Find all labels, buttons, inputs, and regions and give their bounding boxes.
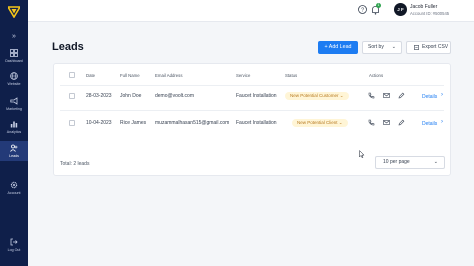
- select-all-checkbox[interactable]: [69, 72, 75, 78]
- chevron-right-icon[interactable]: ›: [441, 119, 443, 125]
- sidebar-item-logout[interactable]: Log Out: [0, 235, 28, 255]
- globe-icon: [10, 72, 18, 80]
- mail-icon[interactable]: [383, 92, 390, 99]
- column-header-date[interactable]: Date: [86, 73, 95, 78]
- notification-badge: 1: [376, 3, 381, 8]
- gear-icon: [10, 181, 18, 189]
- column-header-name[interactable]: Full Name: [120, 73, 140, 78]
- account-id: Account ID: #500545: [410, 11, 450, 16]
- status-dropdown[interactable]: New Potential Client ⌄: [292, 119, 348, 127]
- status-label: New Potential Customer: [290, 93, 339, 98]
- sidebar-item-analytics[interactable]: Analytics: [0, 117, 28, 137]
- details-link[interactable]: Details: [422, 121, 437, 127]
- per-page-select[interactable]: 10 per page ⌄: [375, 156, 445, 169]
- logout-icon: [10, 238, 18, 246]
- export-label: Export CSV: [422, 44, 449, 50]
- sort-label: Sort by: [368, 44, 384, 50]
- phone-icon[interactable]: [368, 92, 375, 99]
- lead-email: muzammalhasan515@gmail.com: [155, 120, 230, 126]
- chevron-right-icon[interactable]: ›: [441, 92, 443, 98]
- edit-icon[interactable]: [398, 92, 405, 99]
- sidebar-item-label: Marketing: [6, 107, 22, 111]
- export-csv-button[interactable]: Export CSV: [406, 41, 451, 54]
- column-header-status[interactable]: Status: [285, 73, 297, 78]
- avatar[interactable]: J F: [394, 3, 407, 16]
- row-checkbox[interactable]: [69, 120, 75, 126]
- grid-icon: [10, 49, 18, 57]
- topbar: ? 1 J F Jacob Fuller Account ID: #500545: [28, 0, 474, 22]
- column-header-email[interactable]: Email Address: [155, 73, 182, 78]
- svg-text:?: ?: [361, 7, 364, 13]
- chevron-down-icon: ⌄: [433, 159, 438, 165]
- column-header-service[interactable]: Service: [236, 73, 250, 78]
- lead-date: 10-04-2023: [86, 120, 112, 126]
- per-page-label: 10 per page: [383, 159, 410, 165]
- column-header-actions: Actions: [369, 73, 384, 78]
- users-icon: [10, 144, 18, 152]
- lead-service: Faucet Installation: [236, 120, 277, 126]
- details-link[interactable]: Details: [422, 94, 437, 100]
- sidebar-item-website[interactable]: Website: [0, 69, 28, 89]
- export-icon: [414, 45, 419, 50]
- logo-icon: [8, 6, 20, 18]
- sidebar-item-label: Dashboard: [5, 59, 23, 63]
- collapse-sidebar-button[interactable]: »: [0, 33, 28, 40]
- phone-icon[interactable]: [368, 119, 375, 126]
- mail-icon[interactable]: [383, 119, 390, 126]
- bar-chart-icon: [10, 121, 18, 128]
- sidebar-item-dashboard[interactable]: Dashboard: [0, 46, 28, 66]
- sidebar: » Dashboard Website Analytics Leads Mark…: [0, 0, 28, 266]
- help-icon[interactable]: ?: [358, 5, 367, 14]
- status-dropdown[interactable]: New Potential Customer ⌄: [285, 92, 349, 100]
- user-name: Jacob Fuller: [410, 4, 438, 10]
- sort-dropdown[interactable]: Sort by ⌄: [362, 41, 402, 54]
- sidebar-item-label: Leads: [9, 154, 19, 158]
- lead-date: 28-03-2023: [86, 93, 112, 99]
- add-lead-button[interactable]: + Add Lead: [318, 41, 358, 54]
- edit-icon[interactable]: [398, 119, 405, 126]
- sidebar-item-leads[interactable]: Leads: [0, 141, 28, 161]
- status-label: New Potential Client: [297, 120, 338, 125]
- sidebar-item-marketing[interactable]: Marketing: [0, 94, 28, 114]
- leads-table: Date Full Name Email Address Service Sta…: [53, 63, 451, 176]
- sidebar-item-label: Log Out: [7, 248, 21, 252]
- divider: [60, 85, 444, 86]
- total-leads: Total: 2 leads: [60, 161, 90, 167]
- lead-name: John Doe: [120, 93, 142, 99]
- row-checkbox[interactable]: [69, 93, 75, 99]
- page-title: Leads: [52, 41, 84, 53]
- divider: [60, 110, 444, 111]
- chevron-down-icon: ⌄: [391, 44, 396, 50]
- sidebar-item-label: Website: [7, 82, 21, 86]
- sidebar-item-account[interactable]: Account: [0, 178, 28, 198]
- lead-name: Rice James: [120, 120, 147, 126]
- mouse-cursor-icon: [359, 150, 365, 158]
- lead-email: demo@voolt.com: [155, 93, 194, 99]
- sidebar-item-label: Account: [7, 191, 21, 195]
- megaphone-icon: [10, 97, 18, 105]
- lead-service: Faucet Installation: [236, 93, 277, 99]
- sidebar-item-label: Analytics: [6, 130, 22, 134]
